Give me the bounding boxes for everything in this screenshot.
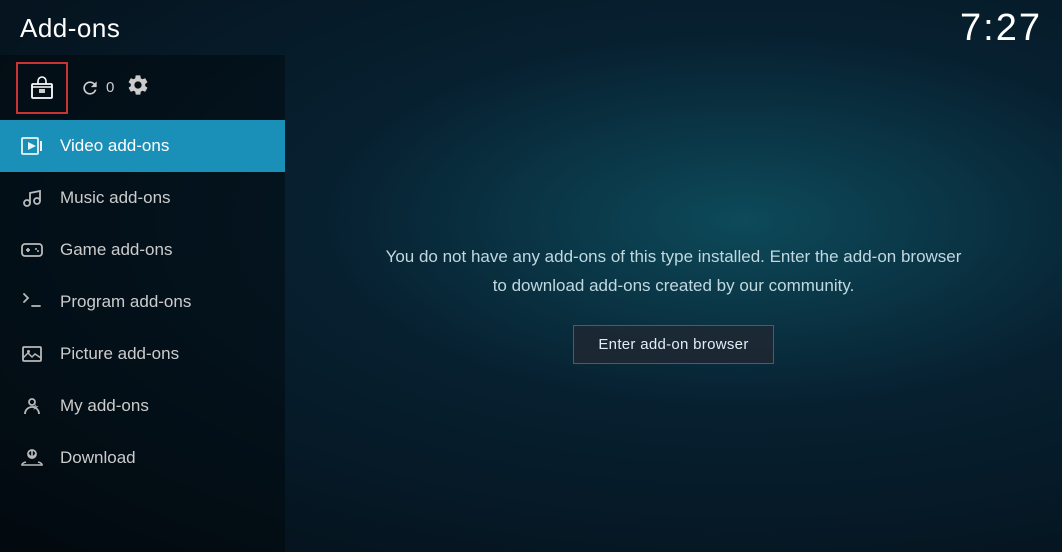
main-panel: You do not have any add-ons of this type…: [285, 55, 1062, 552]
music-icon: [20, 186, 44, 210]
picture-icon: [20, 342, 44, 366]
refresh-area[interactable]: 0: [80, 78, 114, 98]
my-addons-label: My add-ons: [60, 396, 149, 416]
addon-box-icon[interactable]: [16, 62, 68, 114]
refresh-icon: [80, 78, 100, 98]
header: Add-ons 7:27: [0, 0, 1062, 55]
page-title: Add-ons: [20, 13, 120, 44]
refresh-count: 0: [106, 79, 114, 96]
box-svg-icon: [28, 74, 56, 102]
content-area: 0 Video add-ons: [0, 55, 1062, 552]
program-icon: [20, 290, 44, 314]
download-label: Download: [60, 448, 136, 468]
video-icon: [20, 134, 44, 158]
gear-icon: [126, 73, 150, 97]
sidebar-item-music[interactable]: Music add-ons: [0, 172, 285, 224]
sidebar-item-program[interactable]: Program add-ons: [0, 276, 285, 328]
clock: 7:27: [960, 7, 1042, 50]
sidebar-item-game[interactable]: Game add-ons: [0, 224, 285, 276]
sidebar-toolbar: 0: [0, 55, 285, 120]
my-addons-icon: [20, 394, 44, 418]
sidebar-item-download[interactable]: Download: [0, 432, 285, 484]
empty-message: You do not have any add-ons of this type…: [384, 243, 964, 301]
program-addons-label: Program add-ons: [60, 292, 191, 312]
sidebar-item-picture[interactable]: Picture add-ons: [0, 328, 285, 380]
download-icon: [20, 446, 44, 470]
enter-addon-browser-button[interactable]: Enter add-on browser: [573, 325, 773, 364]
settings-button[interactable]: [126, 73, 150, 102]
picture-addons-label: Picture add-ons: [60, 344, 179, 364]
video-addons-label: Video add-ons: [60, 136, 169, 156]
sidebar-item-my-addons[interactable]: My add-ons: [0, 380, 285, 432]
sidebar-item-video[interactable]: Video add-ons: [0, 120, 285, 172]
game-icon: [20, 238, 44, 262]
game-addons-label: Game add-ons: [60, 240, 172, 260]
music-addons-label: Music add-ons: [60, 188, 171, 208]
sidebar: 0 Video add-ons: [0, 55, 285, 552]
